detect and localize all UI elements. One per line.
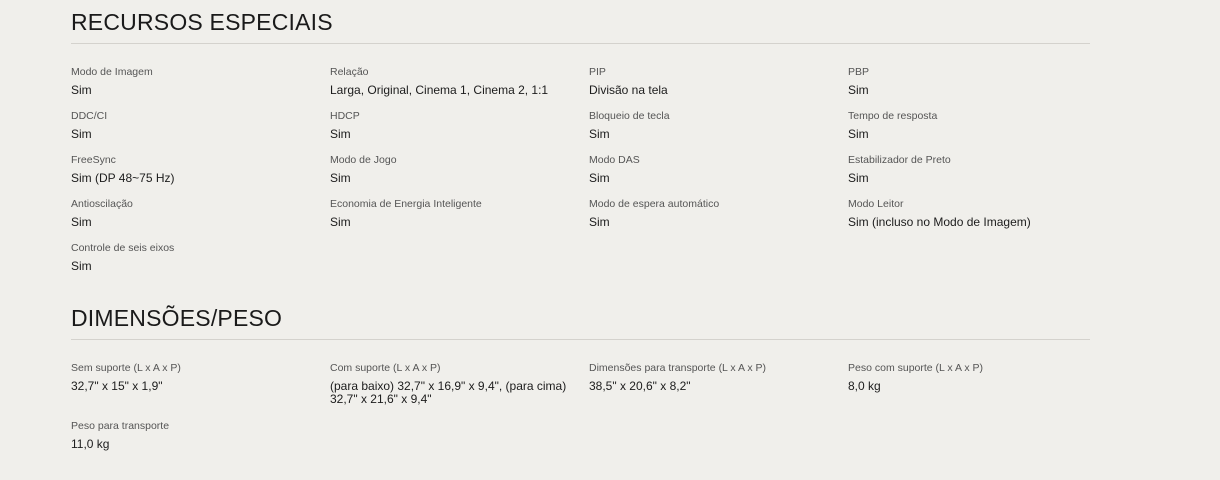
spec-value: Sim [848,83,869,97]
spec-item-dimensoes-transporte: Dimensões para transporte (L x A x P) 38… [589,362,848,420]
section-divider [71,43,1090,44]
spec-item-pbp: PBP Sim [848,66,1090,110]
spec-item-peso-com-suporte: Peso com suporte (L x A x P) 8,0 kg [848,362,1090,420]
spec-value: Sim [589,171,610,185]
spec-item-peso-para-transporte: Peso para transporte 11,0 kg [71,420,330,478]
spec-value: Sim (incluso no Modo de Imagem) [848,215,1031,229]
spec-label: Controle de seis eixos [71,242,175,254]
spec-grid: Modo de Imagem Sim Relação Larga, Origin… [71,66,1090,286]
spec-label: Modo de Imagem [71,66,153,78]
spec-label: Peso com suporte (L x A x P) [848,362,984,374]
spec-item-hdcp: HDCP Sim [330,110,589,154]
spec-value: Sim [848,171,869,185]
spec-label: Bloqueio de tecla [589,110,670,122]
spec-value: Sim [330,127,351,141]
spec-value: (para baixo) 32,7" x 16,9" x 9,4", (para… [330,379,567,406]
spec-item-controle-de-seis-eixos: Controle de seis eixos Sim [71,242,330,286]
spec-label: PBP [848,66,870,78]
spec-item-freesync: FreeSync Sim (DP 48~75 Hz) [71,154,330,198]
spec-label: DDC/CI [71,110,108,122]
spec-item-pip: PIP Divisão na tela [589,66,848,110]
section-dimensoes-peso: DIMENSÕES/PESO Sem suporte (L x A x P) 3… [71,305,1090,478]
spec-label: Sem suporte (L x A x P) [71,362,181,374]
spec-value: Sim [330,171,351,185]
spec-value: Sim [330,215,351,229]
spec-label: Com suporte (L x A x P) [330,362,441,374]
spec-item-bloqueio-de-tecla: Bloqueio de tecla Sim [589,110,848,154]
spec-item-antioscilacao: Antioscilação Sim [71,198,330,242]
section-title: RECURSOS ESPECIAIS [71,9,333,35]
spec-value: Sim [71,127,92,141]
spec-value: Sim [71,259,92,273]
section-recursos-especiais: RECURSOS ESPECIAIS Modo de Imagem Sim Re… [71,9,1090,286]
section-title: DIMENSÕES/PESO [71,305,283,331]
spec-item-com-suporte: Com suporte (L x A x P) (para baixo) 32,… [330,362,589,420]
spec-value: 8,0 kg [848,379,881,393]
spec-item-tempo-de-resposta: Tempo de resposta Sim [848,110,1090,154]
spec-item-modo-leitor: Modo Leitor Sim (incluso no Modo de Imag… [848,198,1090,242]
spec-label: FreeSync [71,154,116,166]
spec-label: Modo de espera automático [589,198,720,210]
spec-value: 38,5" x 20,6" x 8,2" [589,379,691,393]
spec-value: 11,0 kg [71,437,110,451]
spec-value: Sim [71,83,92,97]
spec-label: Antioscilação [71,198,133,210]
spec-value: Sim [848,127,869,141]
spec-label: Modo Leitor [848,198,904,210]
spec-label: Relação [330,66,369,78]
spec-item-ddc-ci: DDC/CI Sim [71,110,330,154]
spec-item-economia-de-energia: Economia de Energia Inteligente Sim [330,198,589,242]
spec-label: HDCP [330,110,360,122]
spec-item-modo-de-jogo: Modo de Jogo Sim [330,154,589,198]
spec-item-modo-das: Modo DAS Sim [589,154,848,198]
spec-value: Sim [589,215,610,229]
spec-value: 32,7" x 15" x 1,9" [71,379,163,393]
spec-item-modo-de-espera: Modo de espera automático Sim [589,198,848,242]
spec-label: Peso para transporte [71,420,170,432]
spec-item-estabilizador-de-preto: Estabilizador de Preto Sim [848,154,1090,198]
spec-value: Larga, Original, Cinema 1, Cinema 2, 1:1 [330,83,549,97]
spec-label: Estabilizador de Preto [848,154,951,166]
spec-label: Modo de Jogo [330,154,397,166]
spec-value: Sim (DP 48~75 Hz) [71,171,175,185]
section-divider [71,339,1090,340]
spec-value: Divisão na tela [589,83,668,97]
spec-value: Sim [71,215,92,229]
spec-item-modo-de-imagem: Modo de Imagem Sim [71,66,330,110]
spec-label: Tempo de resposta [848,110,938,122]
spec-label: Dimensões para transporte (L x A x P) [589,362,767,374]
spec-label: Modo DAS [589,154,640,166]
spec-page: RECURSOS ESPECIAIS Modo de Imagem Sim Re… [0,0,1220,480]
spec-label: PIP [589,66,606,78]
spec-item-relacao: Relação Larga, Original, Cinema 1, Cinem… [330,66,589,110]
spec-item-sem-suporte: Sem suporte (L x A x P) 32,7" x 15" x 1,… [71,362,330,420]
spec-label: Economia de Energia Inteligente [330,198,482,210]
spec-value: Sim [589,127,610,141]
spec-grid: Sem suporte (L x A x P) 32,7" x 15" x 1,… [71,362,1090,478]
